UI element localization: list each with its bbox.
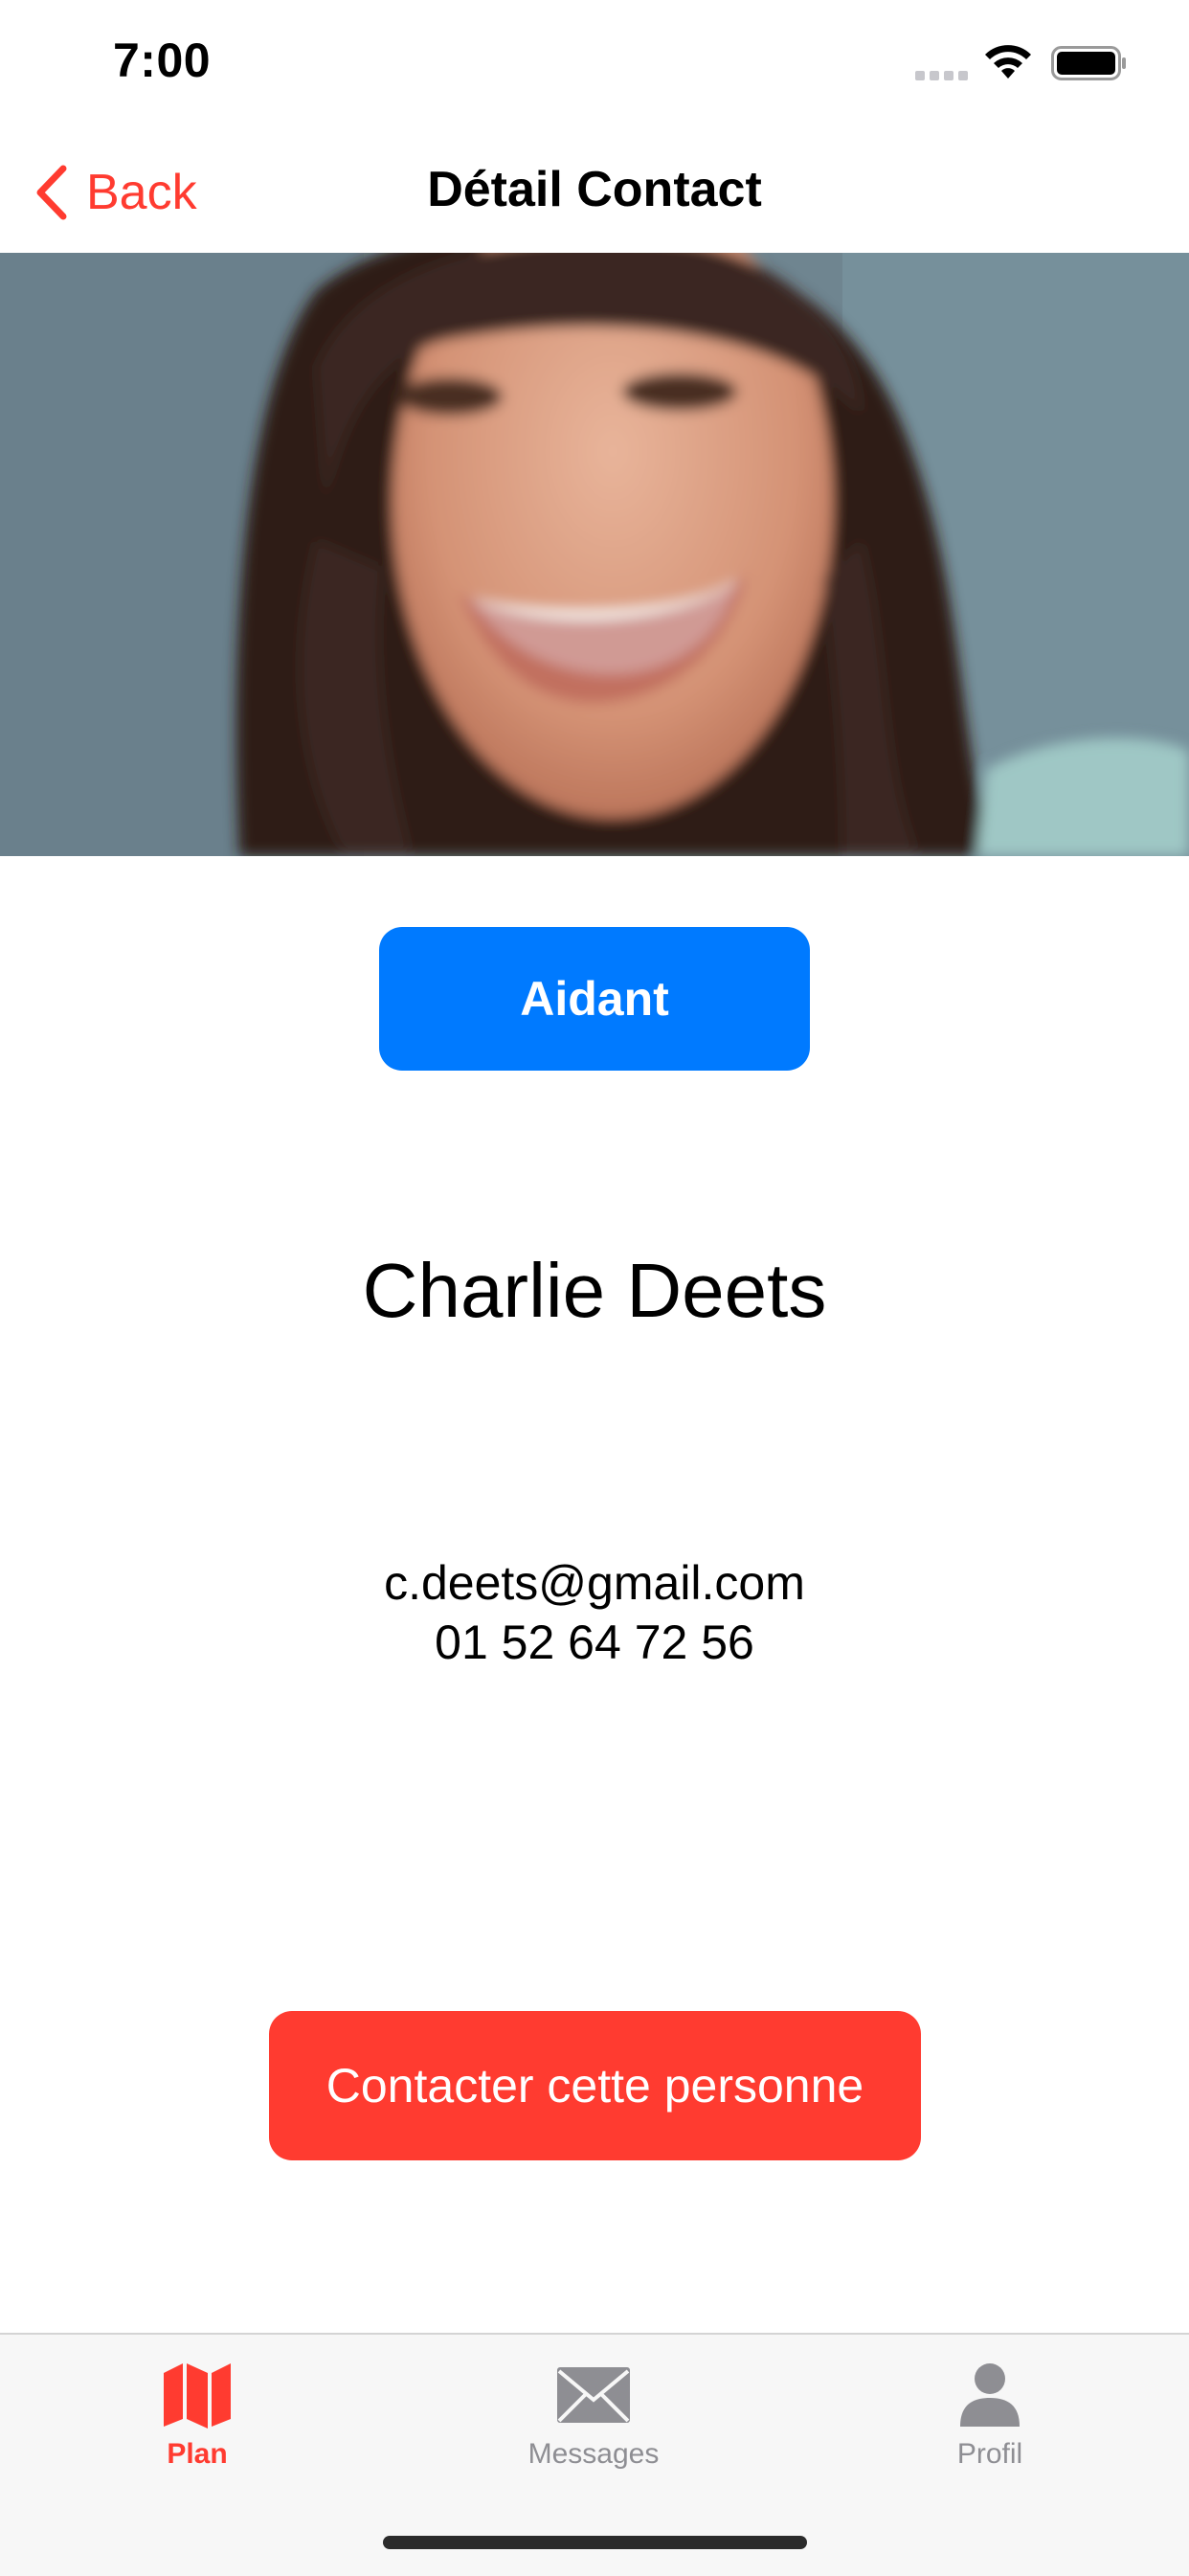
wifi-icon (985, 45, 1031, 79)
cellular-signal-icon (915, 71, 968, 80)
battery-icon (1051, 46, 1126, 80)
tab-label: Profil (956, 2438, 1023, 2470)
tab-plan[interactable]: Plan (101, 2335, 293, 2497)
tab-messages[interactable]: Messages (498, 2335, 689, 2497)
portrait-image (0, 253, 1189, 856)
home-indicator[interactable] (383, 2536, 807, 2549)
contact-details: c.deets@gmail.com 01 52 64 72 56 (0, 1553, 1189, 1672)
tab-label: Messages (527, 2438, 660, 2470)
navigation-bar: Back Détail Contact (0, 126, 1189, 253)
person-icon (960, 2363, 1020, 2427)
status-bar: 7:00 (0, 0, 1189, 126)
contact-person-button[interactable]: Contacter cette personne (269, 2011, 921, 2160)
contact-phone[interactable]: 01 52 64 72 56 (0, 1613, 1189, 1672)
status-time: 7:00 (113, 34, 212, 87)
page-title: Détail Contact (427, 162, 762, 217)
map-icon (164, 2363, 231, 2429)
contact-email[interactable]: c.deets@gmail.com (0, 1553, 1189, 1613)
contact-photo (0, 253, 1189, 856)
tab-label: Plan (167, 2438, 228, 2470)
role-button[interactable]: Aidant (379, 927, 810, 1071)
tab-profil[interactable]: Profil (894, 2335, 1086, 2497)
contact-name: Charlie Deets (362, 1248, 827, 1333)
envelope-icon (557, 2367, 630, 2423)
